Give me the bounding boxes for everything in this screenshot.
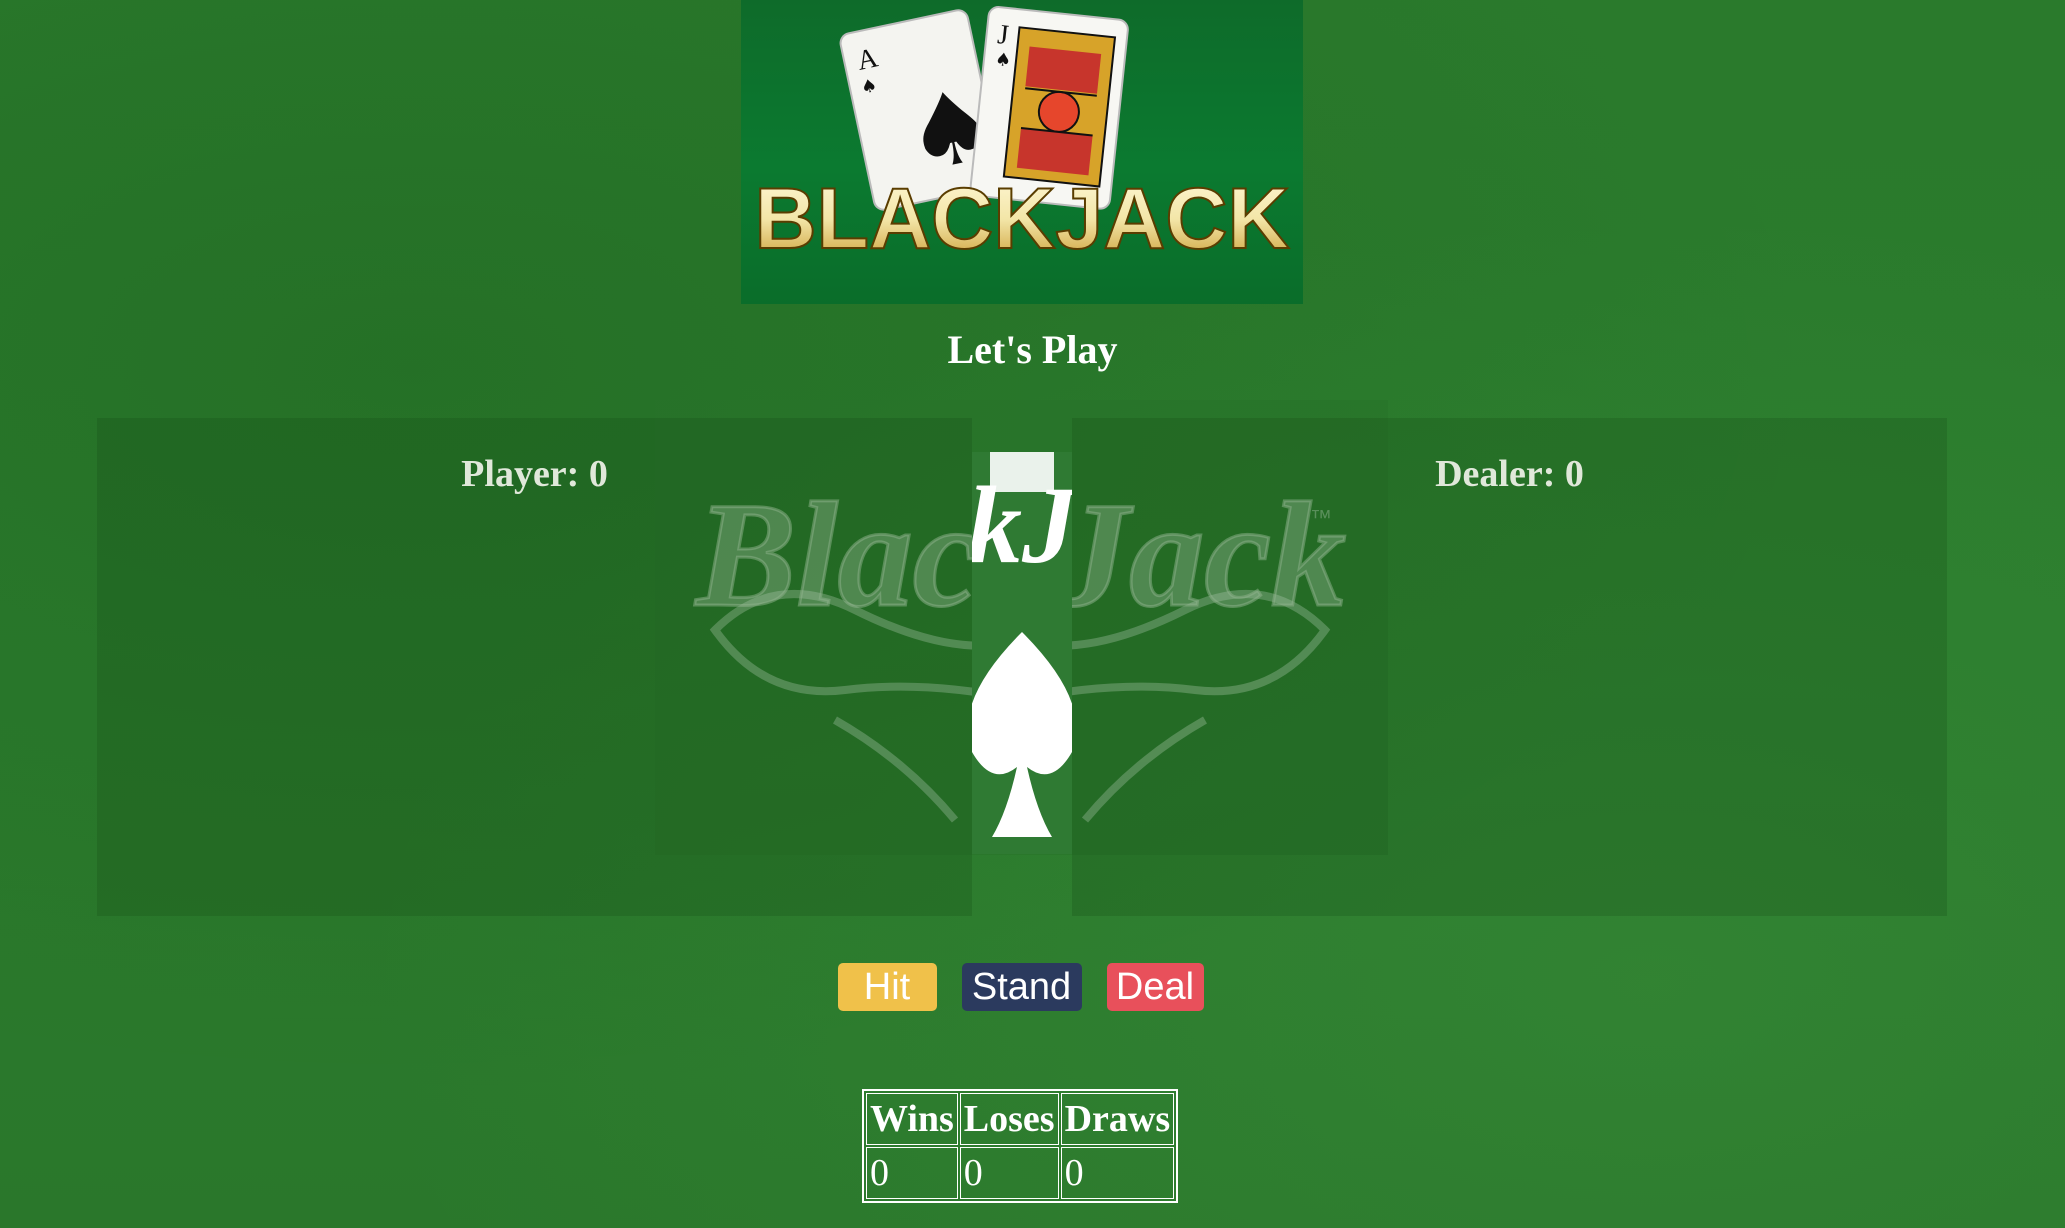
draws-value: 0 (1060, 1147, 1175, 1199)
svg-text:♠: ♠ (994, 49, 1012, 72)
dealer-score: Dealer: 0 (1435, 453, 1584, 495)
scoreboard-value-row: 0 0 0 (866, 1147, 1175, 1199)
wins-value: 0 (866, 1147, 958, 1199)
player-panel: Player: 0 (97, 418, 972, 916)
draws-header: Draws (1060, 1093, 1175, 1145)
loses-value: 0 (959, 1147, 1059, 1199)
player-score: Player: 0 (461, 453, 608, 495)
loses-header: Loses (959, 1093, 1059, 1145)
deal-button[interactable]: Deal (1106, 963, 1204, 1011)
page-subtitle: Let's Play (947, 327, 1118, 372)
center-spade-strip: kJ (972, 452, 1072, 854)
blackjack-logo: A ♠ ♠ J ♠ BLACKJACK (741, 0, 1303, 304)
dealer-panel: Dealer: 0 (1072, 418, 1947, 916)
scoreboard-table: Wins Loses Draws 0 0 0 (862, 1089, 1179, 1203)
wins-header: Wins (866, 1093, 958, 1145)
hit-button[interactable]: Hit (837, 963, 937, 1011)
game-controls: Hit Stand Deal (0, 963, 2053, 1011)
scoreboard-header-row: Wins Loses Draws (866, 1093, 1175, 1145)
stand-button[interactable]: Stand (961, 963, 1082, 1011)
svg-text:BLACKJACK: BLACKJACK (754, 171, 1289, 267)
